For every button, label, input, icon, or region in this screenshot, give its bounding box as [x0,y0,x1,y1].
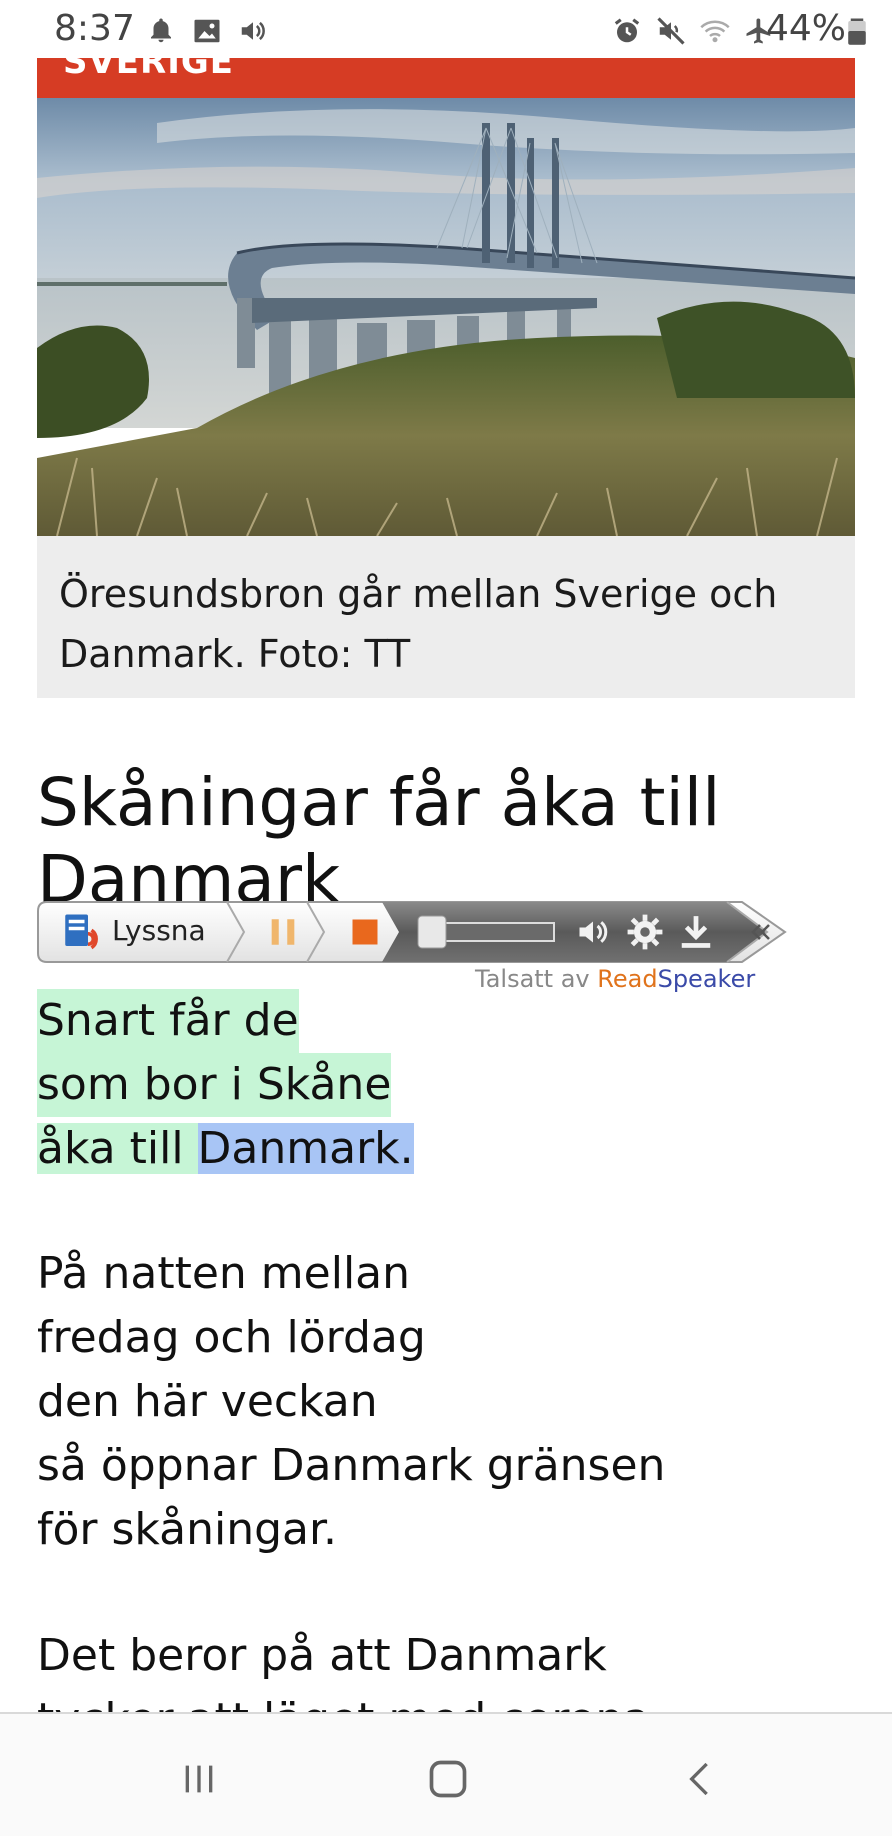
volume-icon [241,21,265,41]
image-caption-box: Öresundsbron går mellan Sverige och Danm… [37,536,855,698]
settings-icon[interactable] [626,913,664,951]
paragraph-line: den här veckan [37,1376,378,1427]
paragraph-line: så öppnar Danmark gränsen [37,1440,666,1491]
back-button[interactable] [670,1754,730,1804]
recent-apps-button[interactable] [169,1754,229,1804]
credit-prefix: Talsatt av [475,965,598,993]
paragraph-line-last: åka till Danmark. [37,1117,414,1181]
credit-read: Read [597,965,658,993]
home-button[interactable] [418,1754,478,1804]
paragraph-line: På natten mellan [37,1248,411,1299]
home-icon [429,1760,467,1798]
collapse-icon[interactable] [748,920,774,944]
volume-icon[interactable] [574,914,612,950]
article-hero-image [37,98,855,536]
category-banner[interactable]: SVERIGE [37,58,855,98]
progress-slider[interactable] [416,913,556,951]
line-end: . [399,1123,414,1174]
status-time: 8:37 [54,8,135,49]
wifi-icon [700,20,730,43]
category-label: SVERIGE [63,58,234,82]
paragraph-line: för skåningar. [37,1504,338,1555]
article-headline: Skåningar får åka till Danmark [37,764,721,919]
download-icon[interactable] [677,912,715,952]
readspeaker-logo-icon [65,914,98,950]
article-paragraph-1: Snart får de som bor i Skåne åka till Da… [37,989,414,1181]
status-bar: 8:37 44% [0,0,892,58]
alarm-icon [614,18,640,43]
pause-icon[interactable] [266,915,300,949]
battery-icon [848,18,866,45]
mute-icon [657,17,685,45]
notification-bell-icon [151,18,171,43]
stop-icon[interactable] [350,917,380,947]
credit-speaker: Speaker [657,965,756,993]
paragraph-line: som bor i Skåne [37,1053,392,1117]
line-start: åka till [37,1123,198,1174]
navigation-bar [0,1712,892,1836]
image-caption: Öresundsbron går mellan Sverige och Danm… [59,572,778,676]
article-paragraph-2: På natten mellan fredag och lördag den h… [37,1242,665,1562]
recent-apps-icon [185,1765,213,1793]
paragraph-line: Snart får de [37,989,299,1053]
highlighted-word: Danmark [197,1123,400,1174]
listen-button[interactable]: Lyssna [112,914,206,947]
image-icon [194,19,220,43]
back-icon [689,1762,708,1796]
paragraph-line: fredag och lördag [37,1312,426,1363]
paragraph-line: Det beror på att Danmark [37,1630,607,1681]
battery-percent: 44% [765,8,846,49]
readspeaker-credit[interactable]: Talsatt av ReadSpeaker [475,965,755,993]
